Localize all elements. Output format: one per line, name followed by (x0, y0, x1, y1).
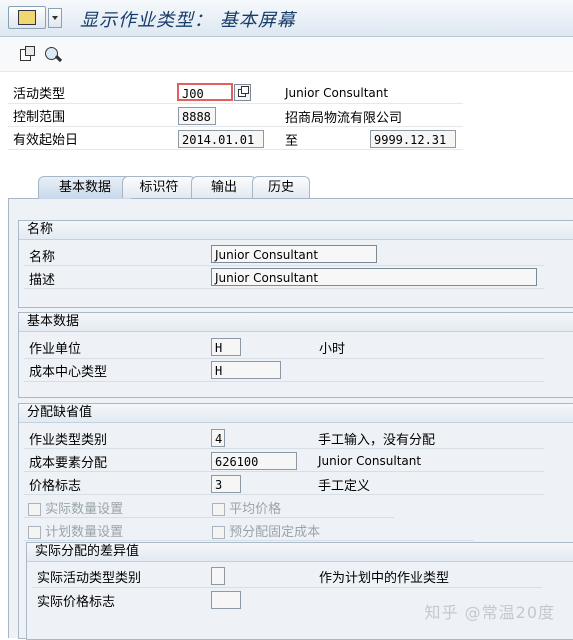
group-basic-data: 基本数据 作业单位 H 小时 成本中心类型 H (18, 312, 573, 398)
page-title: 显示作业类型： 基本屏幕 (80, 10, 296, 31)
tab-history[interactable]: 历史 (252, 176, 310, 198)
activity-category-text: 手工输入，没有分配 (318, 433, 436, 448)
valid-from-field: 2014.01.01 (178, 130, 264, 148)
activity-category-field: 4 (211, 429, 225, 447)
divider (8, 126, 463, 127)
description-label: 描述 (29, 273, 56, 288)
application-toolbar (0, 37, 573, 72)
plan-qty-checkbox-row: 计划数量设置 (28, 521, 123, 540)
chevron-down-icon[interactable] (48, 8, 62, 28)
system-menu-icon[interactable] (8, 6, 46, 29)
other-activity-type-icon[interactable] (18, 45, 36, 63)
controlling-area-text: 招商局物流有限公司 (285, 111, 403, 126)
cost-element-text: Junior Consultant (318, 454, 422, 468)
valid-to-label: 至 (285, 134, 299, 149)
divider (8, 103, 463, 104)
cost-center-type-field: H (211, 361, 281, 379)
price-indicator-field: 3 (211, 475, 241, 493)
price-indicator-text: 手工定义 (318, 479, 371, 494)
fixed-cost-checkbox-row: 预分配固定成本 (212, 521, 320, 540)
plan-qty-label: 计划数量设置 (45, 525, 124, 540)
cost-center-type-label: 成本中心类型 (29, 365, 108, 380)
actual-qty-label: 实际数量设置 (45, 502, 124, 517)
valid-to-field: 9999.12.31 (370, 130, 456, 148)
activity-category-label: 作业类型类别 (29, 433, 108, 448)
actual-price-indicator-label: 实际价格标志 (37, 595, 116, 610)
plan-qty-checkbox[interactable] (28, 526, 41, 539)
activity-type-label: 活动类型 (13, 87, 66, 102)
name-label: 名称 (29, 250, 56, 265)
tab-output[interactable]: 输出 (191, 176, 257, 198)
search-icon[interactable] (44, 45, 63, 63)
actual-qty-checkbox-row: 实际数量设置 (28, 498, 123, 517)
activity-unit-text: 小时 (319, 342, 346, 357)
group-name-title: 名称 (19, 221, 573, 240)
group-basic-data-title: 基本数据 (19, 313, 573, 332)
divider (8, 149, 463, 150)
fixed-cost-label: 预分配固定成本 (229, 525, 321, 540)
fixed-cost-checkbox[interactable] (212, 526, 225, 539)
actual-price-indicator-field (211, 591, 241, 609)
group-variance: 实际分配的差异值 实际活动类型类别 作为计划中的作业类型 实际价格标志 (26, 542, 573, 640)
actual-qty-checkbox[interactable] (28, 503, 41, 516)
price-indicator-label: 价格标志 (29, 479, 82, 494)
controlling-area-label: 控制范围 (13, 110, 66, 125)
value-help-icon[interactable] (234, 84, 251, 101)
name-field: Junior Consultant (211, 245, 377, 263)
activity-type-text: Junior Consultant (285, 86, 389, 100)
group-variance-title: 实际分配的差异值 (27, 543, 573, 562)
tab-indicators[interactable]: 标识符 (122, 176, 196, 198)
cost-element-label: 成本要素分配 (29, 456, 108, 471)
system-menu[interactable] (8, 6, 62, 29)
cost-element-field: 626100 (211, 452, 297, 470)
avg-price-checkbox-row: 平均价格 (212, 498, 281, 517)
controlling-area-field: 8888 (178, 107, 216, 125)
avg-price-checkbox[interactable] (212, 503, 225, 516)
description-field: Junior Consultant (211, 268, 537, 286)
group-name: 名称 名称 Junior Consultant 描述 Junior Consul… (18, 220, 573, 308)
valid-from-label: 有效起始日 (13, 133, 79, 148)
activity-type-input[interactable]: J00 (177, 83, 233, 101)
tab-basic-data[interactable]: 基本数据 (38, 176, 132, 199)
actual-activity-category-label: 实际活动类型类别 (37, 571, 142, 586)
group-allocation-defaults-title: 分配缺省值 (19, 404, 573, 423)
title-bar: 显示作业类型： 基本屏幕 (0, 0, 573, 37)
activity-unit-label: 作业单位 (29, 342, 82, 357)
activity-unit-field: H (211, 338, 241, 356)
watermark: 知乎 @常温20度 (424, 603, 555, 622)
actual-activity-category-field (211, 567, 225, 585)
avg-price-label: 平均价格 (229, 502, 282, 517)
actual-activity-category-text: 作为计划中的作业类型 (319, 571, 450, 586)
